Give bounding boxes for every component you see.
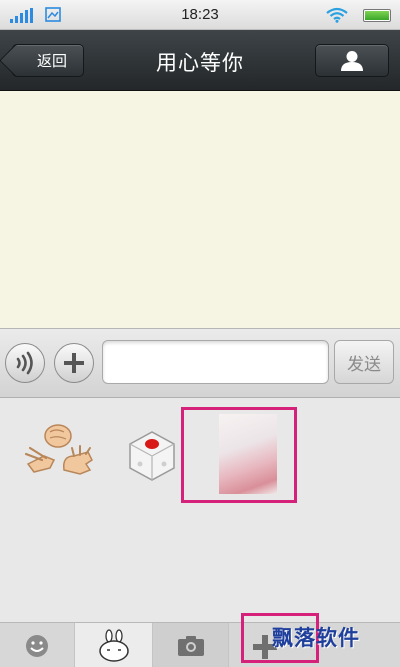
rabbit-icon xyxy=(98,628,129,662)
nav-bar: 返回 用心等你 xyxy=(0,30,400,91)
send-button[interactable]: 发送 xyxy=(334,340,394,384)
back-button-label: 返回 xyxy=(36,52,67,70)
message-input[interactable] xyxy=(102,340,329,384)
camera-icon xyxy=(177,635,204,656)
dice-item[interactable] xyxy=(122,424,182,484)
dice-icon xyxy=(129,431,175,481)
watermark-text: 飘落软件 xyxy=(272,625,360,650)
photo-item[interactable] xyxy=(181,407,297,503)
rock-paper-scissors-item[interactable] xyxy=(20,420,98,482)
rock-paper-scissors-icon xyxy=(24,424,93,475)
plus-button[interactable] xyxy=(54,343,94,383)
tab-rabbit[interactable] xyxy=(75,623,153,667)
status-bar: 18:23 xyxy=(0,0,400,30)
voice-button[interactable] xyxy=(5,343,45,383)
photo-thumbnail xyxy=(219,414,277,494)
wifi-icon xyxy=(326,7,348,23)
chat-message-area[interactable] xyxy=(0,91,400,328)
plus-icon xyxy=(64,353,84,373)
tab-camera[interactable] xyxy=(153,623,229,667)
tab-emoji[interactable] xyxy=(0,623,75,667)
back-button[interactable]: 返回 xyxy=(12,44,84,77)
emoji-icon xyxy=(26,634,48,657)
page-title: 用心等你 xyxy=(156,51,244,75)
input-bar: 发送 xyxy=(0,328,400,398)
voice-icon xyxy=(16,351,33,375)
profile-button[interactable] xyxy=(315,44,389,77)
battery-icon xyxy=(363,9,391,22)
person-icon xyxy=(341,50,363,71)
attachment-panel xyxy=(0,398,400,622)
